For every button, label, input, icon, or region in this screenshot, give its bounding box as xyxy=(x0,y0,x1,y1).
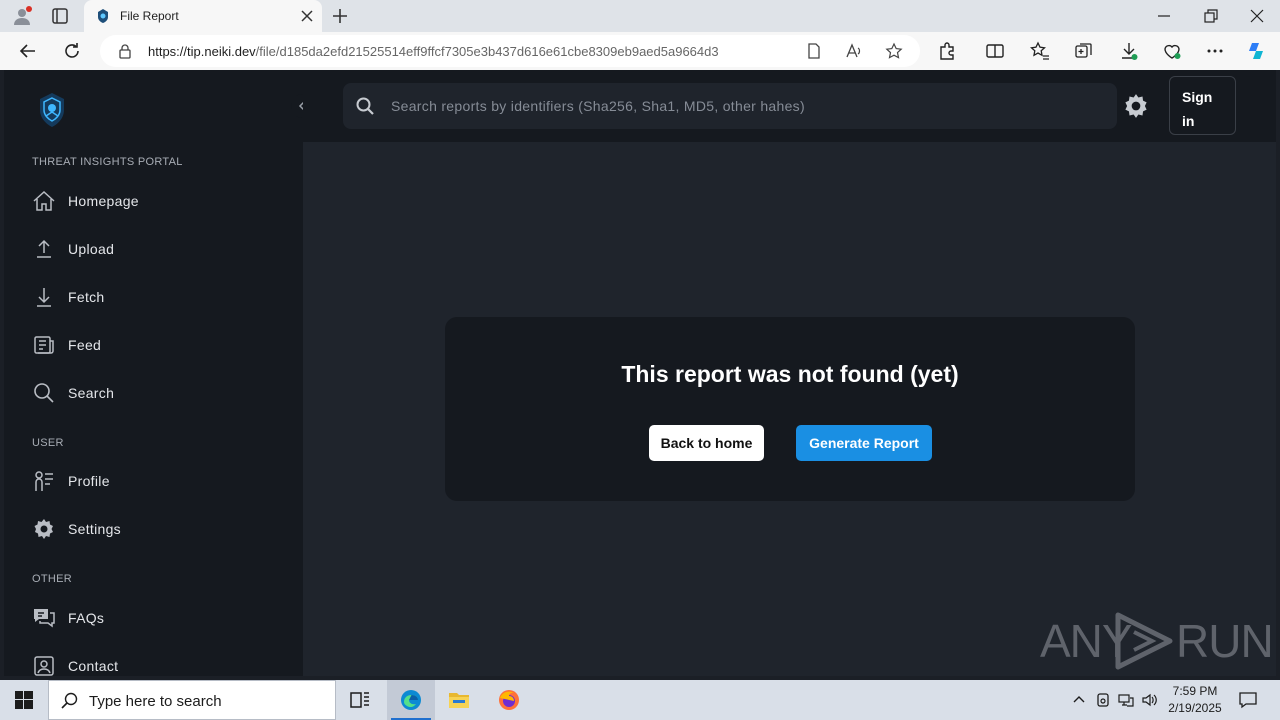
not-found-card: This report was not found (yet) Back to … xyxy=(445,317,1135,501)
report-search-bar[interactable] xyxy=(343,83,1117,129)
search-icon xyxy=(34,383,54,403)
profile-icon xyxy=(35,471,53,491)
browser-tab-bar: File Report xyxy=(0,0,1280,32)
show-hidden-icons-icon[interactable] xyxy=(1071,692,1087,708)
refresh-icon[interactable] xyxy=(62,41,82,61)
sidebar-item-label: Settings xyxy=(68,521,121,537)
minimize-icon[interactable] xyxy=(1155,9,1173,23)
sidebar-item-label: Upload xyxy=(68,241,115,257)
edge-browser-icon xyxy=(401,690,421,710)
close-tab-icon[interactable] xyxy=(298,7,316,25)
not-found-message: This report was not found (yet) xyxy=(621,361,959,387)
sidebar-item-faqs[interactable]: FAQs xyxy=(32,602,282,634)
restore-icon[interactable] xyxy=(1202,8,1220,24)
sidebar-item-label: Search xyxy=(68,385,115,401)
home-icon xyxy=(33,190,55,211)
gear-icon xyxy=(34,519,53,539)
generate-report-button[interactable]: Generate Report xyxy=(796,425,932,461)
windows-start-icon[interactable] xyxy=(0,680,48,720)
section-threat-insights-portal: THREAT INSIGHTS PORTAL xyxy=(32,156,183,168)
back-icon[interactable] xyxy=(18,41,38,61)
favorite-star-icon[interactable] xyxy=(885,42,903,60)
page-icon[interactable] xyxy=(805,42,823,60)
contact-icon xyxy=(34,656,54,676)
sidebar-item-label: Fetch xyxy=(68,289,105,305)
browser-tab-active[interactable]: File Report xyxy=(84,0,322,32)
settings-gear-icon[interactable] xyxy=(1123,93,1149,119)
task-view-button[interactable] xyxy=(336,680,384,720)
address-bar[interactable]: https://tip.neiki.dev/file/d185da2efd215… xyxy=(100,35,920,67)
taskbar-clock[interactable]: 7:59 PM 2/19/2025 xyxy=(1160,683,1230,717)
fetch-icon xyxy=(37,288,51,307)
browser-toolbar: https://tip.neiki.dev/file/d185da2efd215… xyxy=(0,32,1280,70)
sidebar-item-label: Profile xyxy=(68,473,110,489)
tip-logo-icon[interactable] xyxy=(32,90,72,130)
sidebar-item-fetch[interactable]: Fetch xyxy=(32,281,282,313)
anyrun-watermark: ANY RUN xyxy=(1040,610,1274,672)
new-tab-icon[interactable] xyxy=(330,6,350,26)
sidebar-item-profile[interactable]: Profile xyxy=(32,465,282,497)
taskbar-search-box[interactable]: Type here to search xyxy=(48,680,336,720)
tab-actions-icon[interactable] xyxy=(50,6,70,26)
sidebar-item-label: FAQs xyxy=(68,610,105,626)
folder-icon xyxy=(449,693,469,708)
sidebar-item-search[interactable]: Search xyxy=(32,377,282,409)
faq-icon xyxy=(34,609,55,628)
site-favicon-icon xyxy=(98,9,108,23)
sidebar-item-label: Feed xyxy=(68,337,102,353)
page-content: THREAT INSIGHTS PORTAL Homepage Upload F… xyxy=(4,70,1276,676)
section-other: OTHER xyxy=(32,573,72,585)
browser-essentials-icon[interactable] xyxy=(1162,41,1182,61)
clock-date: 2/19/2025 xyxy=(1168,701,1222,715)
sign-in-button[interactable]: Sign in xyxy=(1169,76,1236,135)
sidebar-item-upload[interactable]: Upload xyxy=(32,233,282,265)
profile-avatar-icon[interactable] xyxy=(12,6,32,26)
volume-icon[interactable] xyxy=(1141,692,1157,708)
sidebar-item-contact[interactable]: Contact xyxy=(32,650,282,676)
search-icon xyxy=(61,692,78,709)
tab-title: File Report xyxy=(120,9,179,23)
split-screen-icon[interactable] xyxy=(985,41,1005,61)
clock-time: 7:59 PM xyxy=(1172,684,1218,698)
extensions-icon[interactable] xyxy=(937,41,957,61)
top-bar: Sign in xyxy=(303,70,1276,142)
copilot-icon[interactable] xyxy=(1246,41,1266,61)
url-text[interactable]: https://tip.neiki.dev/file/d185da2efd215… xyxy=(148,44,719,59)
feed-icon xyxy=(34,336,54,354)
sidebar-item-label: Homepage xyxy=(68,193,139,209)
taskbar-search-text: Type here to search xyxy=(89,693,222,710)
device-icon[interactable] xyxy=(1095,692,1111,708)
favorites-icon[interactable] xyxy=(1030,41,1050,61)
back-to-home-button[interactable]: Back to home xyxy=(649,425,764,461)
task-view-icon xyxy=(350,692,369,708)
windows-taskbar: Type here to search 7:59 PM 2/19/2025 xyxy=(0,680,1280,720)
watermark-text-right: RUN xyxy=(1176,615,1274,667)
more-menu-icon[interactable] xyxy=(1205,41,1225,61)
read-aloud-icon[interactable] xyxy=(845,42,863,60)
sidebar-item-feed[interactable]: Feed xyxy=(32,329,282,361)
search-icon xyxy=(356,97,374,115)
taskbar-app-firefox[interactable] xyxy=(485,680,533,720)
notifications-icon[interactable] xyxy=(1238,690,1258,710)
firefox-icon xyxy=(499,690,519,710)
close-window-icon[interactable] xyxy=(1248,7,1266,25)
sidebar-item-settings[interactable]: Settings xyxy=(32,513,282,545)
sidebar: THREAT INSIGHTS PORTAL Homepage Upload F… xyxy=(4,70,303,676)
taskbar-app-edge[interactable] xyxy=(387,680,435,720)
sidebar-item-homepage[interactable]: Homepage xyxy=(32,185,282,217)
lock-icon[interactable] xyxy=(118,43,132,59)
upload-icon xyxy=(37,239,51,258)
downloads-icon[interactable] xyxy=(1119,41,1139,61)
collections-icon[interactable] xyxy=(1074,41,1094,61)
report-search-input[interactable] xyxy=(391,83,1101,129)
network-icon[interactable] xyxy=(1118,692,1134,708)
play-logo-icon xyxy=(1115,612,1173,670)
sidebar-item-label: Contact xyxy=(68,658,119,674)
taskbar-app-file-explorer[interactable] xyxy=(435,680,483,720)
section-user: USER xyxy=(32,437,64,449)
